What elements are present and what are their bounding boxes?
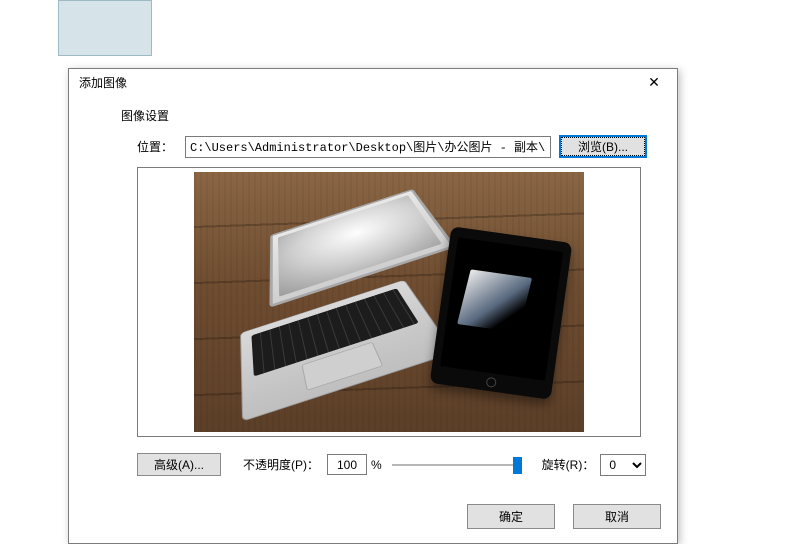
location-input[interactable] bbox=[185, 136, 551, 158]
cancel-button[interactable]: 取消 bbox=[573, 504, 661, 529]
location-label: 位置： bbox=[137, 138, 177, 155]
opacity-slider[interactable] bbox=[392, 456, 522, 474]
preview-tablet-graphic bbox=[430, 226, 573, 399]
rotate-label: 旋转(R)： bbox=[542, 456, 595, 473]
section-label: 图像设置 bbox=[121, 107, 169, 124]
ok-button[interactable]: 确定 bbox=[467, 504, 555, 529]
opacity-input[interactable] bbox=[327, 454, 367, 475]
percent-label: % bbox=[371, 458, 382, 472]
dialog-footer: 确定 取消 bbox=[467, 504, 661, 529]
add-image-dialog: 添加图像 ✕ 图像设置 位置： 浏览(B)... bbox=[68, 68, 678, 544]
advanced-button[interactable]: 高级(A)... bbox=[137, 453, 221, 476]
background-selection-box bbox=[58, 0, 152, 56]
rotate-select[interactable]: 0 bbox=[600, 454, 646, 476]
close-icon: ✕ bbox=[648, 75, 660, 89]
opacity-label: 不透明度(P)： bbox=[243, 456, 319, 473]
location-row: 位置： 浏览(B)... bbox=[137, 135, 647, 158]
slider-thumb[interactable] bbox=[513, 457, 522, 474]
slider-track bbox=[392, 464, 522, 466]
titlebar: 添加图像 ✕ bbox=[69, 69, 677, 95]
preview-laptop-graphic bbox=[198, 173, 469, 431]
image-preview-frame bbox=[137, 167, 641, 437]
close-button[interactable]: ✕ bbox=[639, 72, 669, 92]
bottom-controls-row: 高级(A)... 不透明度(P)： % 旋转(R)： 0 bbox=[137, 453, 647, 476]
dialog-title: 添加图像 bbox=[79, 74, 127, 91]
image-preview bbox=[194, 172, 584, 432]
browse-button[interactable]: 浏览(B)... bbox=[559, 135, 647, 158]
